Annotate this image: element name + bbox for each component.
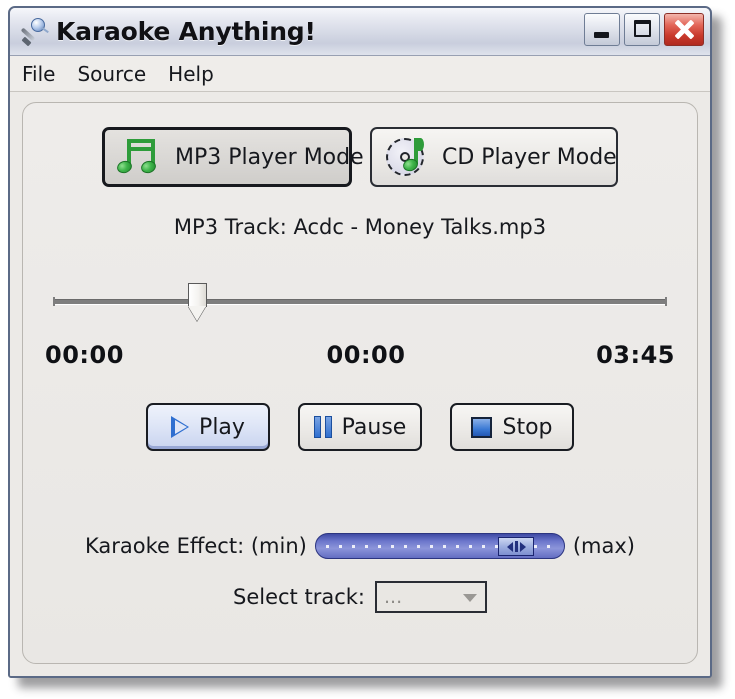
title-bar[interactable]: Karaoke Anything! — [10, 8, 710, 56]
stop-square-icon — [471, 416, 493, 438]
play-button[interactable]: Play — [146, 403, 270, 451]
maximize-button[interactable] — [624, 13, 660, 46]
chevron-down-icon[interactable] — [462, 594, 477, 602]
window-controls — [584, 13, 704, 46]
select-track-value: ... — [383, 585, 403, 608]
progress-slider-thumb[interactable] — [188, 283, 208, 321]
progress-slider[interactable] — [53, 283, 667, 331]
application-window: Karaoke Anything! File Source Help MP3 P… — [8, 6, 712, 678]
karaoke-effect-max-label: (max) — [572, 534, 635, 558]
menu-item-help[interactable]: Help — [168, 64, 214, 84]
progress-slider-track[interactable] — [53, 297, 667, 306]
minimize-button[interactable] — [584, 13, 620, 46]
main-panel: MP3 Player Mode CD Player Mode MP3 Track… — [22, 102, 698, 664]
stop-button[interactable]: Stop — [450, 403, 574, 451]
mp3-player-mode-label: MP3 Player Mode — [175, 144, 364, 170]
cd-player-mode-label: CD Player Mode — [442, 144, 617, 170]
select-track-label: Select track: — [233, 585, 365, 609]
menu-item-file[interactable]: File — [22, 64, 55, 84]
close-button[interactable] — [664, 13, 704, 46]
menu-bar: File Source Help — [10, 56, 710, 92]
track-label: MP3 Track: Acdc - Money Talks.mp3 — [173, 215, 547, 239]
music-note-icon — [115, 135, 163, 179]
pause-button-label: Pause — [341, 414, 407, 440]
play-triangle-icon — [171, 416, 190, 438]
cd-player-mode-button[interactable]: CD Player Mode — [370, 127, 618, 187]
transport-controls: Play Pause Stop — [23, 403, 697, 451]
client-area: MP3 Player Mode CD Player Mode MP3 Track… — [10, 92, 710, 676]
start-time-label: 00:00 — [45, 341, 124, 369]
pause-button[interactable]: Pause — [298, 403, 422, 451]
karaoke-effect-label: Karaoke Effect: (min) — [85, 534, 307, 558]
mp3-player-mode-button[interactable]: MP3 Player Mode — [102, 127, 364, 187]
stop-button-label: Stop — [502, 414, 553, 440]
maximize-icon — [634, 20, 651, 37]
close-icon — [665, 14, 703, 45]
karaoke-effect-slider[interactable] — [314, 533, 565, 559]
total-time-label: 03:45 — [596, 341, 675, 369]
minimize-icon — [594, 32, 609, 38]
karaoke-effect-thumb[interactable] — [498, 537, 535, 556]
play-button-label: Play — [199, 414, 245, 440]
window-title: Karaoke Anything! — [56, 17, 316, 46]
pause-bars-icon — [313, 416, 332, 438]
select-track-row: Select track: ... — [23, 581, 697, 613]
current-time-label: 00:00 — [326, 341, 406, 369]
karaoke-effect-row: Karaoke Effect: (min) (max) — [23, 533, 697, 559]
select-track-dropdown[interactable]: ... — [374, 581, 487, 613]
time-row: 00:00 00:00 03:45 — [45, 341, 675, 369]
cd-disc-note-icon — [384, 135, 430, 179]
screenshot-root: Karaoke Anything! File Source Help MP3 P… — [0, 0, 735, 699]
microphone-icon — [20, 17, 50, 47]
menu-item-source[interactable]: Source — [77, 64, 146, 84]
mode-button-row: MP3 Player Mode CD Player Mode — [23, 127, 697, 187]
